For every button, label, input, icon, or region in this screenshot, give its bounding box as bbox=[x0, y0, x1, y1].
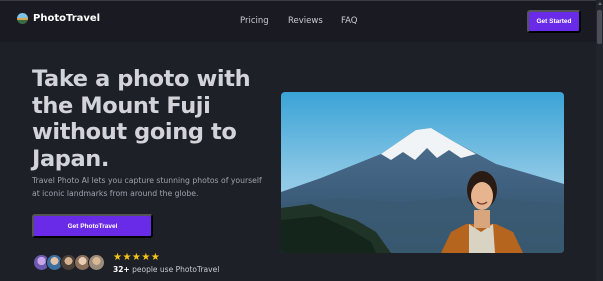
sunset-landscape-icon bbox=[17, 13, 28, 24]
social-proof-label: people use PhotoTravel bbox=[129, 265, 220, 274]
nav-link-pricing[interactable]: Pricing bbox=[240, 16, 269, 26]
nav-link-faq[interactable]: FAQ bbox=[341, 16, 357, 26]
top-navigation-bar: PhotoTravel Pricing Reviews FAQ Get Star… bbox=[0, 0, 603, 42]
rating-stars: ★★★★★ bbox=[113, 252, 161, 263]
brand-logo[interactable]: PhotoTravel bbox=[17, 13, 100, 24]
brand-name: PhotoTravel bbox=[33, 13, 101, 24]
mount-fuji-portrait-photo-art bbox=[281, 92, 564, 253]
avatar bbox=[88, 254, 105, 271]
nav-link-reviews[interactable]: Reviews bbox=[288, 16, 323, 26]
mount-fuji-portrait-photo bbox=[281, 92, 564, 253]
hero-title: Take a photo with the Mount Fuji without… bbox=[32, 66, 251, 172]
scroll-up-arrow-icon[interactable] bbox=[598, 2, 602, 5]
hero-description: Travel Photo AI lets you capture stunnin… bbox=[32, 176, 262, 198]
user-count: 32+ bbox=[113, 265, 130, 274]
scrollbar-thumb[interactable] bbox=[597, 10, 602, 44]
get-phototravel-button[interactable]: Get PhotoTravel bbox=[32, 214, 153, 238]
get-started-button[interactable]: Get Started bbox=[527, 10, 581, 33]
page-scrollbar[interactable] bbox=[596, 0, 603, 281]
social-proof-text: 32+ people use PhotoTravel bbox=[113, 265, 219, 274]
